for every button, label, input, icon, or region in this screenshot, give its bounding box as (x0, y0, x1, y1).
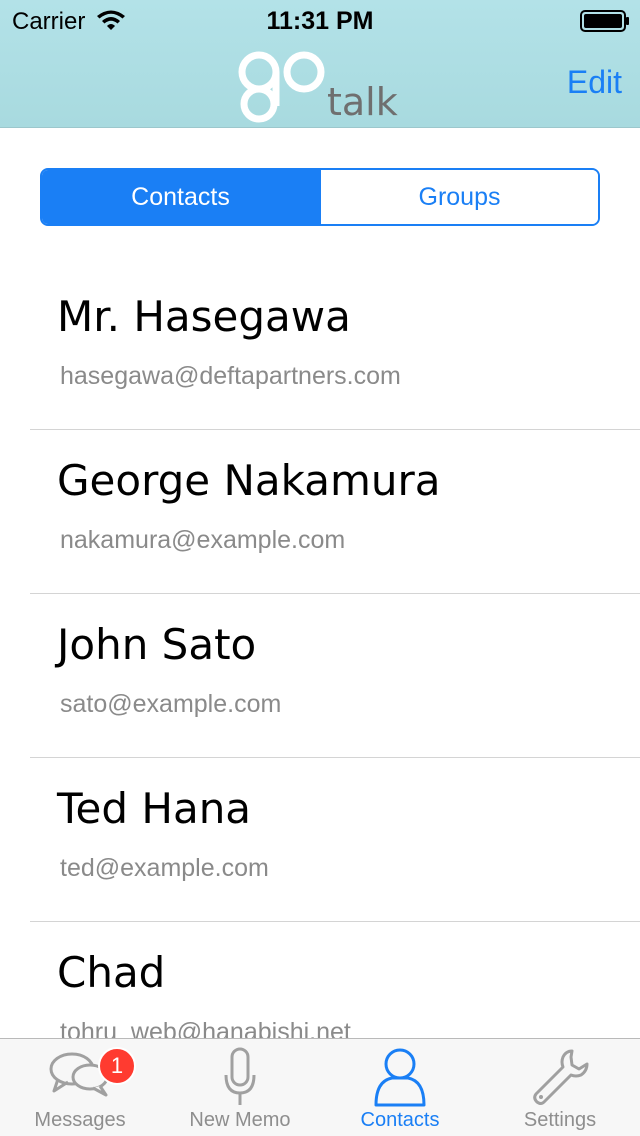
contact-name: Chad (57, 948, 166, 997)
status-time: 11:31 PM (266, 7, 374, 35)
tab-contacts[interactable]: Contacts (320, 1039, 480, 1136)
contact-row[interactable]: Chad tohru_web@hanabishi.net (0, 922, 640, 1038)
contact-name: George Nakamura (57, 456, 441, 505)
logo-text: talk (327, 80, 398, 124)
tab-messages[interactable]: 1 Messages (0, 1039, 160, 1136)
tab-contacts-label: Contacts (360, 1109, 440, 1131)
tab-new-memo-label: New Memo (189, 1109, 291, 1131)
contact-row[interactable]: John Sato sato@example.com (0, 594, 640, 758)
contact-row[interactable]: George Nakamura nakamura@example.com (0, 430, 640, 594)
contact-list[interactable]: Mr. Hasegawa hasegawa@deftapartners.com … (0, 266, 640, 1038)
contact-email: tohru_web@hanabishi.net (60, 1018, 351, 1038)
battery-icon (580, 10, 629, 32)
wrench-icon (533, 1049, 589, 1105)
contact-name: John Sato (57, 620, 257, 669)
tab-bar: 1 Messages New Memo Contacts Settings (0, 1038, 640, 1136)
edit-button[interactable]: Edit (567, 64, 622, 101)
tab-settings-label: Settings (523, 1109, 597, 1131)
messages-badge: 1 (98, 1047, 136, 1085)
contacts-groups-segmented-control: Contacts Groups (40, 168, 600, 226)
microphone-icon (224, 1047, 256, 1105)
contact-email: sato@example.com (60, 690, 282, 718)
segment-groups[interactable]: Groups (319, 170, 598, 224)
segment-contacts[interactable]: Contacts (42, 170, 319, 224)
navigation-header: Carrier 11:31 PM talk Edit (0, 0, 640, 128)
contact-email: nakamura@example.com (60, 526, 346, 554)
person-icon (374, 1048, 426, 1107)
contact-name: Mr. Hasegawa (57, 292, 351, 341)
contact-email: hasegawa@deftapartners.com (60, 362, 401, 390)
tab-settings[interactable]: Settings (480, 1039, 640, 1136)
contact-row[interactable]: Mr. Hasegawa hasegawa@deftapartners.com (0, 266, 640, 430)
status-bar: Carrier 11:31 PM (0, 0, 640, 40)
tab-new-memo[interactable]: New Memo (160, 1039, 320, 1136)
contact-name: Ted Hana (57, 784, 252, 833)
tab-messages-label: Messages (34, 1109, 126, 1131)
contact-email: ted@example.com (60, 854, 269, 882)
contact-row[interactable]: Ted Hana ted@example.com (0, 758, 640, 922)
